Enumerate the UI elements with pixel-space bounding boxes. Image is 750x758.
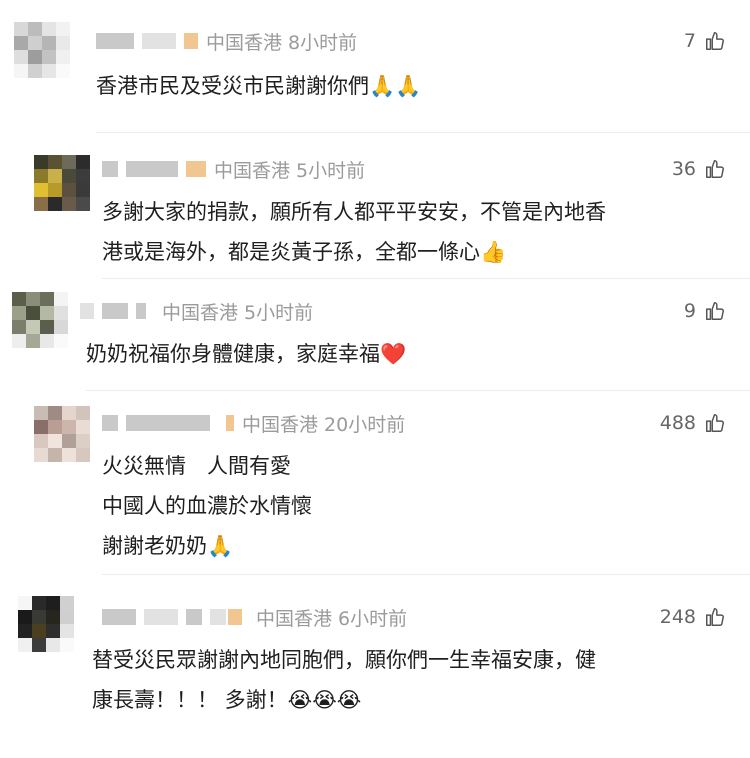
thumbs-up-icon [706,32,724,50]
username-redacted[interactable] [136,303,146,319]
thumbs-up-icon [706,160,724,178]
divider [102,278,750,279]
username-redacted[interactable] [186,609,202,625]
username-redacted[interactable] [80,303,94,319]
user-avatar[interactable] [18,596,74,652]
username-redacted[interactable] [102,415,118,431]
username-redacted[interactable] [210,609,226,625]
comment-text: 火災無情 人間有愛 中國人的血濃於水情懷 謝謝老奶奶🙏 [102,446,312,566]
like-button[interactable]: 7 [684,30,726,52]
location-time: 中国香港 8小时前 [206,31,358,54]
comment-text: 奶奶祝福你身體健康，家庭幸福❤️ [86,334,406,374]
location-time: 中国香港 5小时前 [214,159,366,182]
username-redacted[interactable] [102,161,118,177]
location-time: 中国香港 5小时前 [162,301,314,324]
comment-line: 香港市民及受災市民謝謝你們🙏🙏 [96,74,422,98]
username-redacted[interactable] [144,609,178,625]
comment-meta: 中国香港 6小时前 [102,604,407,630]
user-badge [226,415,234,431]
like-button[interactable]: 9 [684,300,726,322]
thumbs-up-icon [706,608,724,626]
like-count: 7 [683,30,696,52]
username-redacted[interactable] [126,161,178,177]
thumbs-up-icon [706,414,724,432]
comment-meta: 中国香港 8小时前 [96,28,357,54]
like-count: 248 [659,606,696,628]
location-time: 中国香港 20小时前 [242,413,406,436]
username-redacted[interactable] [102,303,128,319]
user-avatar[interactable] [34,155,90,211]
user-badge [186,161,206,177]
comment-line: 奶奶祝福你身體健康，家庭幸福❤️ [86,342,407,366]
comment-meta: 中国香港 5小时前 [80,298,313,324]
like-count: 36 [671,158,696,180]
like-button[interactable]: 36 [672,158,726,180]
username-redacted[interactable] [102,609,136,625]
like-count: 9 [683,300,696,322]
comment-meta: 中国香港 20小时前 [102,410,405,436]
user-avatar[interactable] [12,292,68,348]
user-badge [184,33,198,49]
username-redacted[interactable] [126,415,210,431]
like-count: 488 [659,412,696,434]
user-avatar[interactable] [34,406,90,462]
comment-meta: 中国香港 5小时前 [102,156,365,182]
comment-line: 謝謝老奶奶🙏 [102,534,234,558]
user-badge [228,609,242,625]
comment-text: 替受災民眾謝謝內地同胞們，願你們一生幸福安康，健 康長壽！！！ 多謝！😭😭😭 [92,640,596,720]
like-button[interactable]: 248 [660,606,726,628]
username-redacted[interactable] [142,33,176,49]
comment-line: 替受災民眾謝謝內地同胞們，願你們一生幸福安康，健 [92,648,596,672]
comment-line: 多謝大家的捐款，願所有人都平平安安，不管是內地香 [102,200,606,224]
divider [96,132,750,133]
user-avatar[interactable] [14,22,70,78]
divider [102,574,750,575]
comment-text: 香港市民及受災市民謝謝你們🙏🙏 [96,66,421,106]
comment-line: 港或是海外，都是炎黃子孫，全都一條心👍 [102,240,507,264]
comment-line: 火災無情 人間有愛 [102,454,291,478]
comment-line: 康長壽！！！ 多謝！😭😭😭 [92,688,362,712]
thumbs-up-icon [706,302,724,320]
location-time: 中国香港 6小时前 [256,607,408,630]
divider [86,390,750,391]
comment-text: 多謝大家的捐款，願所有人都平平安安，不管是內地香 港或是海外，都是炎黃子孫，全都… [102,192,606,272]
comment-line: 中國人的血濃於水情懷 [102,494,312,518]
like-button[interactable]: 488 [660,412,726,434]
username-redacted[interactable] [96,33,134,49]
